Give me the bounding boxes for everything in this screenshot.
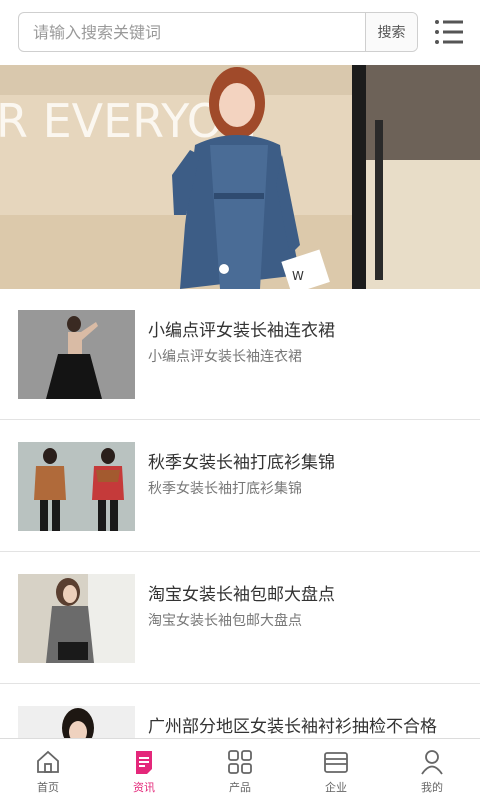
article-title[interactable]: 秋季女装长袖打底衫集锦 xyxy=(148,448,468,473)
tab-company[interactable]: 企业 xyxy=(288,739,384,800)
article-thumbnail xyxy=(18,442,135,531)
tab-label: 产品 xyxy=(229,781,251,794)
store-icon xyxy=(324,752,348,773)
tab-label: 企业 xyxy=(325,781,347,794)
news-icon xyxy=(136,751,152,774)
article-title[interactable]: 淘宝女装长袖包邮大盘点 xyxy=(148,580,468,605)
tab-label: 我的 xyxy=(421,781,443,794)
tab-profile[interactable]: 我的 xyxy=(384,739,480,800)
article-summary: 淘宝女装长袖包邮大盘点 xyxy=(148,613,302,629)
article-list: 小编点评女装长袖连衣裙 小编点评女装长袖连衣裙 秋季女装长袖打底衫集锦 秋季女装… xyxy=(0,289,480,738)
bag-text: W xyxy=(292,269,304,283)
tab-home[interactable]: 首页 xyxy=(0,739,96,800)
article-summary: 秋季女装长袖打底衫集锦 xyxy=(148,481,302,497)
search-button[interactable]: 搜索 xyxy=(365,13,417,51)
tab-news[interactable]: 资讯 xyxy=(96,739,192,800)
tab-label: 资讯 xyxy=(133,781,155,794)
search-input[interactable] xyxy=(19,13,365,51)
list-item[interactable]: 小编点评女装长袖连衣裙 小编点评女装长袖连衣裙 xyxy=(0,289,480,420)
article-title[interactable]: 广州部分地区女装长袖衬衫抽检不合格 xyxy=(148,712,468,737)
banner-carousel[interactable]: R EVERYON W xyxy=(0,65,480,289)
article-summary: 小编点评女装长袖连衣裙 xyxy=(148,349,302,365)
header: 搜索 xyxy=(0,0,480,65)
menu-icon[interactable] xyxy=(434,18,464,46)
article-title[interactable]: 小编点评女装长袖连衣裙 xyxy=(148,316,468,341)
carousel-indicator-dot[interactable] xyxy=(219,264,229,274)
article-thumbnail xyxy=(18,310,135,399)
banner-image: R EVERYON W xyxy=(0,65,480,289)
tab-products[interactable]: 产品 xyxy=(192,739,288,800)
search-bar: 搜索 xyxy=(18,12,418,52)
list-item[interactable]: 淘宝女装长袖包邮大盘点 淘宝女装长袖包邮大盘点 xyxy=(0,553,480,684)
home-icon xyxy=(37,750,59,773)
grid-icon xyxy=(228,750,252,774)
user-icon xyxy=(421,750,443,775)
list-item[interactable]: 秋季女装长袖打底衫集锦 秋季女装长袖打底衫集锦 xyxy=(0,421,480,552)
article-thumbnail xyxy=(18,706,135,738)
bottom-tab-bar: 首页 资讯 产品 企业 我的 xyxy=(0,738,480,800)
list-item[interactable]: 广州部分地区女装长袖衬衫抽检不合格 xyxy=(0,685,480,738)
article-thumbnail xyxy=(18,574,135,663)
tab-label: 首页 xyxy=(37,781,59,794)
